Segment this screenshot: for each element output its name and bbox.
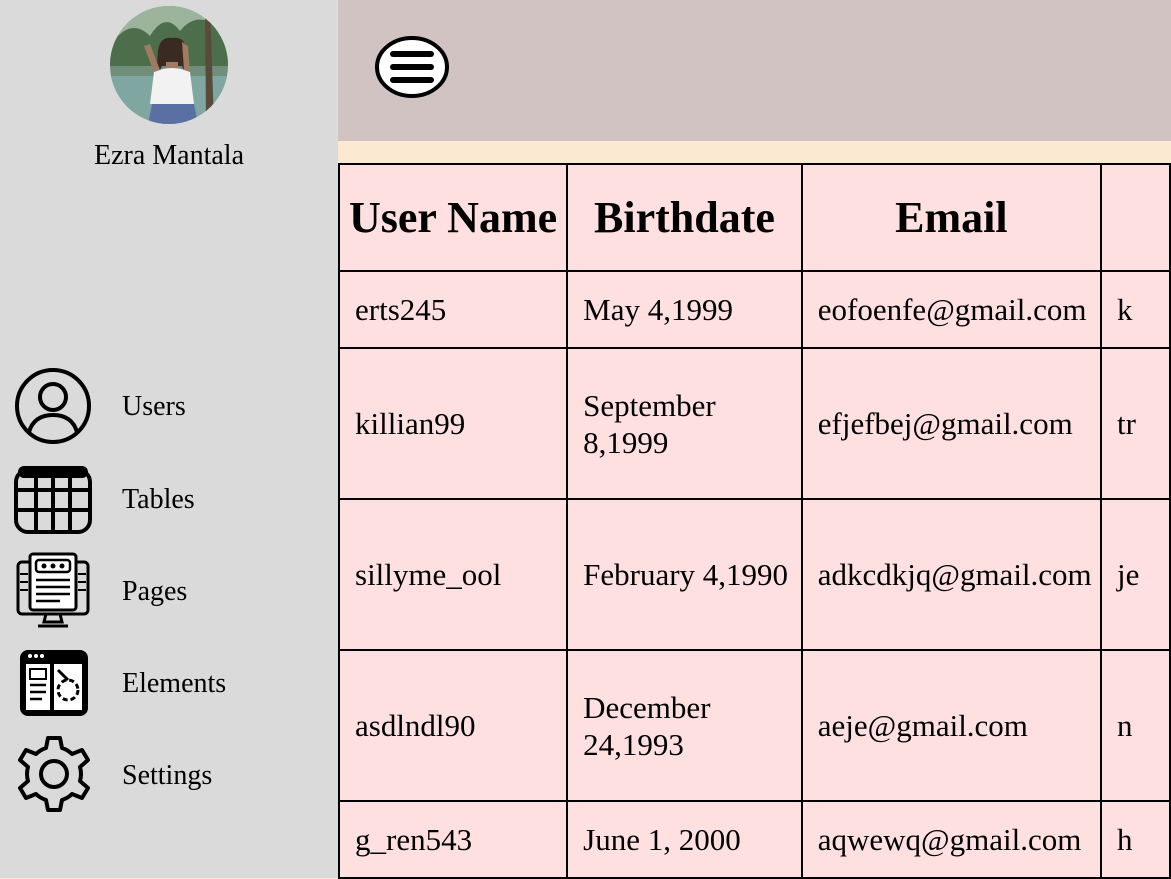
cell-birthdate: May 4,1999 [566, 270, 803, 349]
table-icon [14, 460, 94, 540]
table-row[interactable]: asdlndl90 December 24,1993 aeje@gmail.co… [337, 649, 1171, 802]
cell-username: asdlndl90 [337, 649, 569, 802]
sidebar-item-label: Tables [122, 484, 195, 515]
sidebar-item-label: Elements [122, 668, 227, 699]
hamburger-menu-icon [375, 36, 449, 98]
sidebar-item-label: Pages [122, 576, 188, 607]
cell-email: aeje@gmail.com [800, 649, 1103, 802]
cell-email: adkcdkjq@gmail.com [800, 498, 1103, 651]
profile-name: Ezra Mantala [93, 140, 245, 171]
sidebar-item-label: Users [122, 391, 186, 422]
avatar [110, 6, 228, 124]
pages-icon [14, 552, 94, 632]
cell-extra: je [1100, 498, 1171, 651]
cell-birthdate: December 24,1993 [566, 649, 803, 802]
sidebar-item-tables[interactable]: Tables [14, 460, 314, 540]
table-row[interactable]: killian99 September 8,1999 efjefbej@gmai… [337, 347, 1171, 500]
sidebar-item-pages[interactable]: Pages [14, 552, 314, 632]
cell-username: killian99 [337, 347, 569, 500]
sidebar-item-elements[interactable]: Elements [14, 644, 314, 724]
cell-extra: k [1100, 270, 1171, 349]
table-row[interactable]: g_ren543 June 1, 2000 aqwewq@gmail.com h [337, 800, 1171, 879]
header-divider-strip [338, 141, 1171, 165]
hamburger-menu-button[interactable] [375, 36, 451, 98]
column-header-birthdate[interactable]: Birthdate [566, 163, 803, 272]
cell-birthdate: February 4,1990 [566, 498, 803, 651]
cell-username: sillyme_ool [337, 498, 569, 651]
cell-extra: tr [1100, 347, 1171, 500]
gear-icon [14, 736, 94, 816]
cell-extra: h [1100, 800, 1171, 879]
cell-birthdate: September 8,1999 [566, 347, 803, 500]
cell-email: eofoenfe@gmail.com [800, 270, 1103, 349]
table-row[interactable]: erts245 May 4,1999 eofoenfe@gmail.com k [337, 270, 1171, 349]
users-table: User Name Birthdate Email erts245 May 4,… [337, 163, 1171, 879]
top-bar [338, 0, 1171, 141]
cell-birthdate: June 1, 2000 [566, 800, 803, 879]
user-icon [14, 367, 94, 447]
cell-extra: n [1100, 649, 1171, 802]
elements-icon [14, 644, 94, 724]
column-header-username[interactable]: User Name [337, 163, 569, 272]
sidebar-item-settings[interactable]: Settings [14, 736, 314, 816]
table-header-row: User Name Birthdate Email [337, 163, 1171, 272]
cell-username: g_ren543 [337, 800, 569, 879]
sidebar-item-label: Settings [122, 760, 213, 791]
table-row[interactable]: sillyme_ool February 4,1990 adkcdkjq@gma… [337, 498, 1171, 651]
sidebar: Ezra Mantala Users Tables Pages Elements… [0, 0, 338, 878]
column-header-email[interactable]: Email [800, 163, 1103, 272]
column-header-extra[interactable] [1100, 163, 1171, 272]
cell-username: erts245 [337, 270, 569, 349]
cell-email: aqwewq@gmail.com [800, 800, 1103, 879]
cell-email: efjefbej@gmail.com [800, 347, 1103, 500]
sidebar-item-users[interactable]: Users [14, 367, 314, 447]
